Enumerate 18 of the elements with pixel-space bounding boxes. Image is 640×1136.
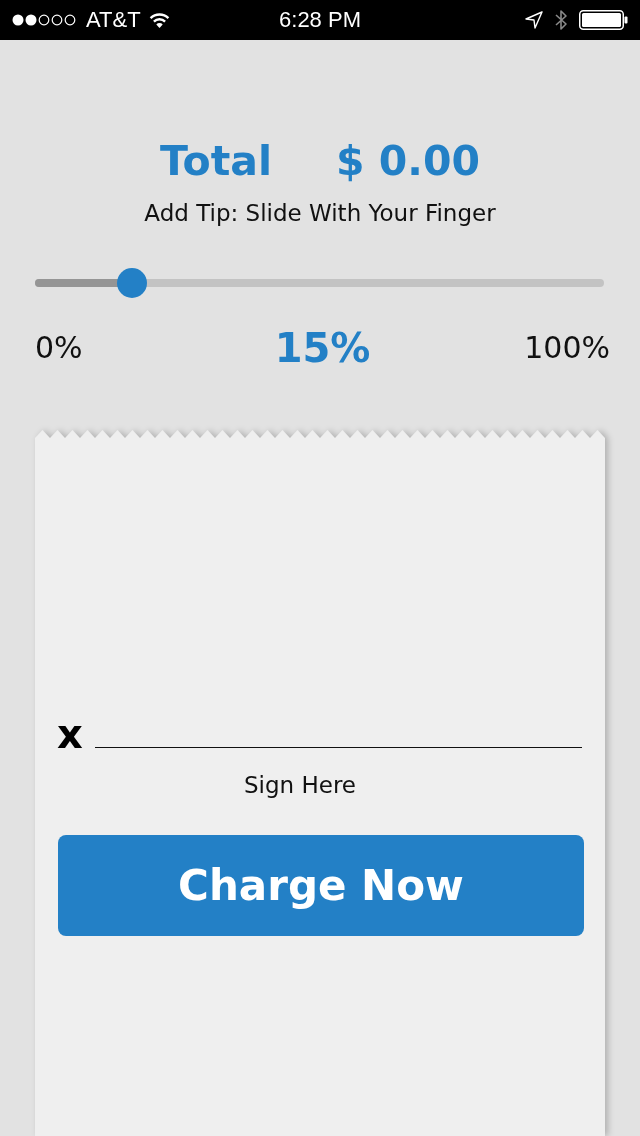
location-arrow-icon bbox=[525, 11, 543, 29]
signal-strength-icon bbox=[12, 14, 78, 26]
wifi-icon bbox=[148, 12, 170, 28]
slider-thumb[interactable] bbox=[116, 268, 147, 298]
battery-icon bbox=[579, 10, 628, 30]
tip-slider-track[interactable] bbox=[35, 268, 604, 298]
tip-instruction: Add Tip: Slide With Your Finger bbox=[144, 199, 496, 227]
tip-max-label: 100% bbox=[524, 329, 610, 367]
carrier-name: AT&T bbox=[86, 7, 141, 33]
tip-min-label: 0% bbox=[35, 329, 83, 367]
bluetooth-icon bbox=[554, 9, 568, 31]
sign-mark: x bbox=[57, 714, 83, 754]
total-label: Total bbox=[160, 136, 272, 186]
tip-percent-value: 15% bbox=[274, 324, 371, 372]
sign-here-caption: Sign Here bbox=[244, 771, 356, 799]
charge-now-button[interactable]: Charge Now bbox=[58, 835, 584, 936]
status-time: 6:28 PM bbox=[279, 7, 361, 33]
total-amount: $ 0.00 bbox=[336, 136, 480, 186]
